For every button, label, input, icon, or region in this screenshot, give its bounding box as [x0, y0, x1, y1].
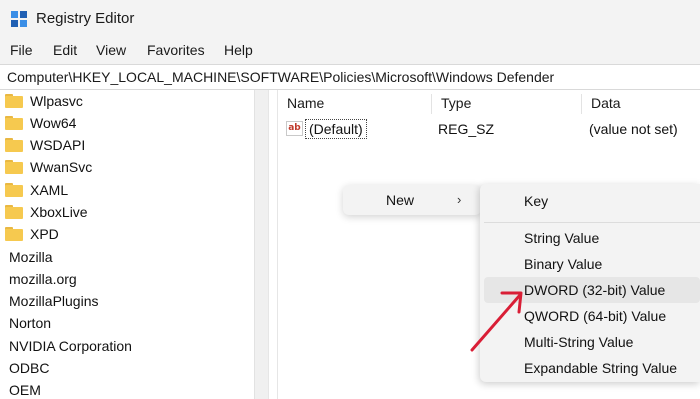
- submenu-item-label: DWORD (32-bit) Value: [524, 282, 666, 298]
- tree-scrollbar[interactable]: [254, 90, 268, 399]
- tree-item-label: XboxLive: [30, 204, 88, 220]
- submenu-item-label: Multi-String Value: [524, 334, 634, 350]
- menu-help[interactable]: Help: [224, 42, 253, 58]
- menu-view[interactable]: View: [96, 42, 126, 58]
- tree-item[interactable]: MozillaPlugins: [0, 291, 254, 313]
- menu-file[interactable]: File: [10, 42, 33, 58]
- tree-item-label: Wlpasvc: [30, 93, 83, 109]
- submenu-item-qword-value[interactable]: QWORD (64-bit) Value: [484, 303, 700, 329]
- column-name[interactable]: Name: [278, 90, 432, 116]
- menu-item-new[interactable]: New ›: [343, 185, 481, 215]
- menu-divider: [484, 222, 700, 223]
- menu-edit[interactable]: Edit: [53, 42, 77, 58]
- registry-icon: [11, 11, 27, 27]
- tree-item-label: NVIDIA Corporation: [9, 338, 132, 354]
- folder-icon: [5, 183, 23, 197]
- tree-item[interactable]: WwanSvc: [0, 157, 254, 179]
- menu-favorites[interactable]: Favorites: [147, 42, 205, 58]
- submenu-item-key[interactable]: Key: [484, 188, 700, 214]
- tree-item[interactable]: Norton: [0, 313, 254, 335]
- tree-item-label: Wow64: [30, 115, 77, 131]
- submenu-item-multi-string-value[interactable]: Multi-String Value: [484, 329, 700, 355]
- column-data-label: Data: [591, 95, 621, 111]
- value-name: (Default): [305, 119, 367, 139]
- folder-icon: [5, 138, 23, 152]
- address-path[interactable]: Computer\HKEY_LOCAL_MACHINE\SOFTWARE\Pol…: [7, 69, 554, 85]
- tree-item-label: XPD: [30, 226, 59, 242]
- tree-item-label: XAML: [30, 182, 69, 198]
- column-type[interactable]: Type: [432, 90, 582, 116]
- submenu-item-dword-value[interactable]: DWORD (32-bit) Value: [484, 277, 700, 303]
- value-data: (value not set): [589, 121, 678, 137]
- tree-item[interactable]: XboxLive: [0, 202, 254, 224]
- submenu-item-label: Binary Value: [524, 256, 603, 272]
- submenu-item-label: Key: [524, 193, 549, 209]
- tree-item-label: mozilla.org: [9, 271, 77, 287]
- menu-bar: File Edit View Favorites Help: [0, 38, 700, 64]
- tree-item[interactable]: Mozilla: [0, 247, 254, 269]
- context-menu: New ›: [343, 185, 481, 215]
- tree-item-label: MozillaPlugins: [9, 293, 99, 309]
- tree-item-label: OEM: [9, 382, 41, 398]
- key-tree: Wlpasvc Wow64 WSDAPI WwanSvc XAML XboxLi…: [0, 90, 254, 399]
- tree-item[interactable]: WSDAPI: [0, 135, 254, 157]
- submenu-item-expandable-string-value[interactable]: Expandable String Value: [484, 355, 700, 381]
- tree-item[interactable]: NVIDIA Corporation: [0, 336, 254, 358]
- tree-item-label: Mozilla: [9, 249, 53, 265]
- submenu-item-label: Expandable String Value: [524, 360, 678, 376]
- chevron-right-icon: ›: [457, 192, 462, 207]
- tree-item[interactable]: XAML: [0, 180, 254, 202]
- folder-icon: [5, 94, 23, 108]
- column-name-label: Name: [287, 95, 325, 111]
- pane-splitter[interactable]: [268, 90, 278, 399]
- value-type: REG_SZ: [438, 121, 495, 137]
- window-title: Registry Editor: [36, 10, 135, 27]
- string-value-icon: ab: [286, 121, 303, 136]
- folder-icon: [5, 227, 23, 241]
- new-submenu: Key String Value Binary Value DWORD (32-…: [480, 184, 700, 382]
- column-type-label: Type: [441, 95, 472, 111]
- submenu-item-label: String Value: [524, 230, 600, 246]
- tree-item[interactable]: Wlpasvc: [0, 91, 254, 113]
- tree-item[interactable]: ODBC: [0, 358, 254, 380]
- tree-item[interactable]: OEM: [0, 380, 254, 399]
- menu-item-new-label: New: [386, 192, 415, 208]
- tree-item[interactable]: mozilla.org: [0, 269, 254, 291]
- title-bar: Registry Editor: [0, 0, 700, 38]
- column-data[interactable]: Data: [582, 90, 700, 116]
- tree-item[interactable]: XPD: [0, 224, 254, 246]
- submenu-item-string-value[interactable]: String Value: [484, 225, 700, 251]
- value-row[interactable]: ab (Default) REG_SZ (value not set): [278, 118, 700, 140]
- folder-icon: [5, 116, 23, 130]
- tree-item-label: ODBC: [9, 360, 50, 376]
- address-bar[interactable]: Computer\HKEY_LOCAL_MACHINE\SOFTWARE\Pol…: [0, 64, 700, 90]
- tree-item[interactable]: Wow64: [0, 113, 254, 135]
- tree-item-label: WwanSvc: [30, 159, 93, 175]
- submenu-item-label: QWORD (64-bit) Value: [524, 308, 667, 324]
- tree-item-label: Norton: [9, 315, 52, 331]
- tree-item-label: WSDAPI: [30, 137, 86, 153]
- submenu-item-binary-value[interactable]: Binary Value: [484, 251, 700, 277]
- folder-icon: [5, 205, 23, 219]
- folder-icon: [5, 160, 23, 174]
